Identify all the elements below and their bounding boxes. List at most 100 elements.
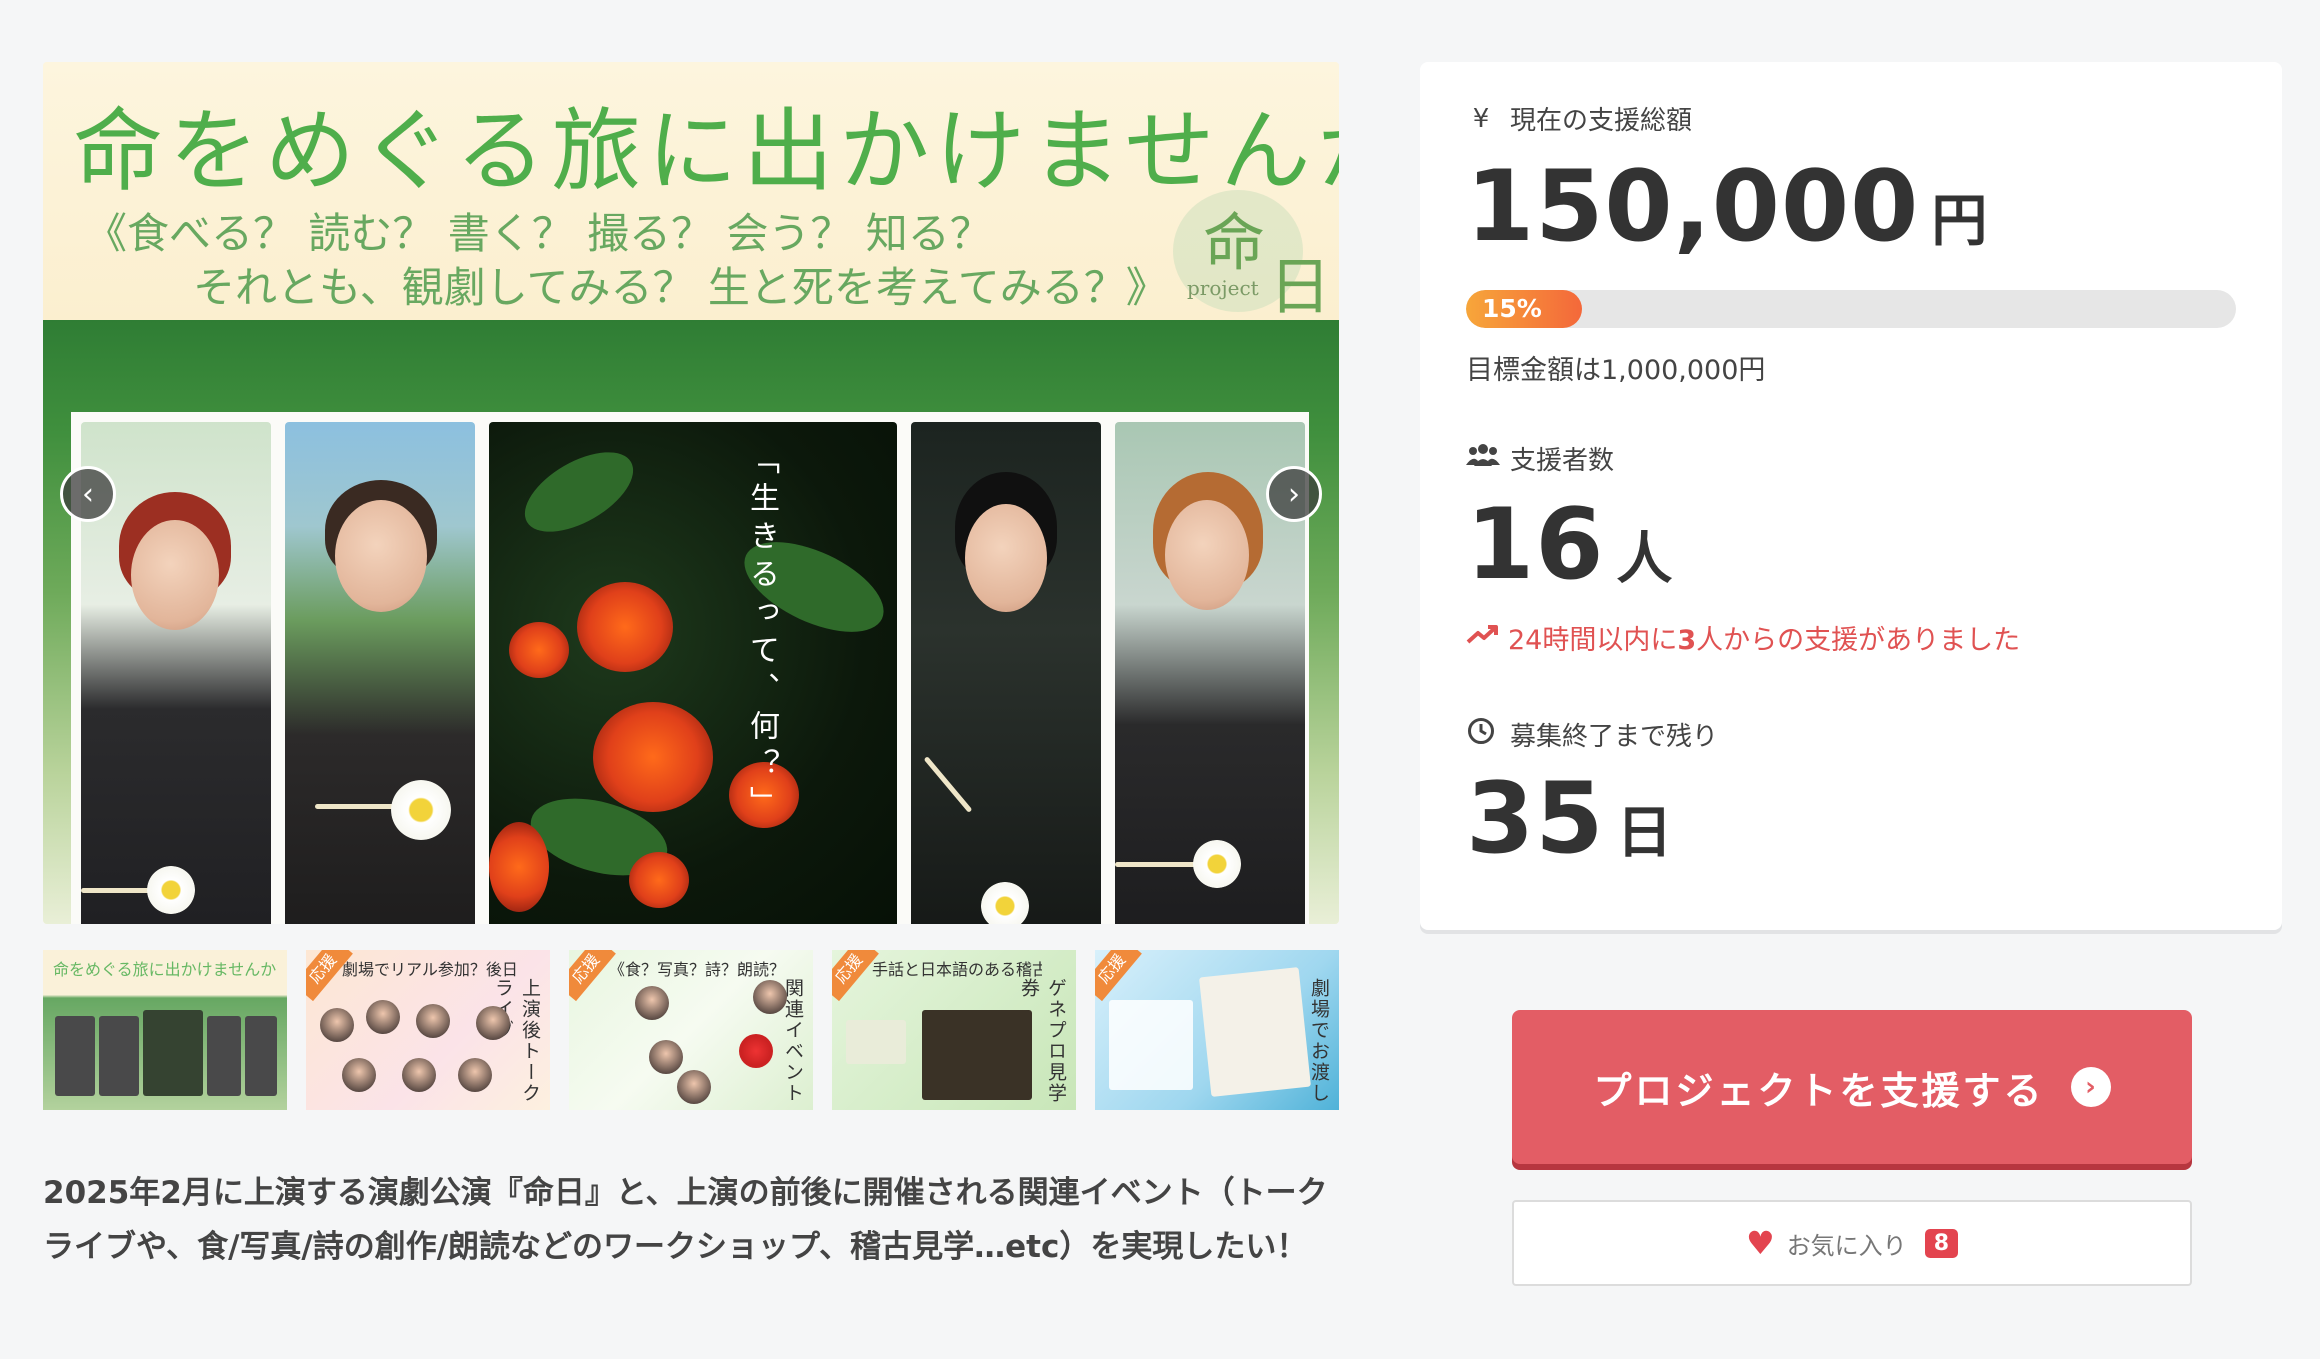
remaining-value: 35 — [1466, 762, 1605, 876]
trending-svg — [1466, 625, 1498, 644]
logo-kanji-2: 日 — [1269, 250, 1332, 323]
trending-up-icon — [1466, 622, 1500, 653]
marigold-photo: 「生きるって、何？」 — [489, 422, 897, 924]
remaining-label-text: 募集終了まで残り — [1510, 722, 1719, 752]
support-button-label: プロジェクトを支援する — [1593, 1068, 2045, 1113]
flower-icon — [391, 780, 451, 840]
thumbnail-4[interactable]: 応援 手話と日本語のある稽古 ゲネプロ見学券 — [832, 950, 1076, 1110]
users-icon — [1466, 443, 1500, 474]
trend-text: 24時間以内に3人からの支援がありました — [1508, 618, 2020, 657]
face — [1165, 500, 1249, 610]
thumb-portrait — [753, 980, 787, 1014]
thumb-figure — [245, 1016, 277, 1096]
amount-value: 150,000 — [1466, 150, 1920, 264]
supporters-unit: 人 — [1616, 527, 1673, 592]
flower-icon — [147, 866, 195, 914]
cast-photo-2 — [285, 422, 475, 924]
face — [131, 520, 219, 630]
logo-word: project — [1187, 276, 1259, 300]
favorite-button[interactable]: ♥ お気に入り 8 — [1512, 1200, 2192, 1286]
clock-svg — [1468, 718, 1494, 744]
thumb-portrait — [320, 1008, 354, 1042]
amount-label-text: 現在の支援総額 — [1510, 106, 1693, 136]
project-page: 命をめぐる旅に出かけませんか？ 《食べる？ 読む？ 書く？ 撮る？ 会う？ 知る… — [0, 0, 2320, 1359]
chevron-right-icon: › — [1288, 477, 1300, 512]
clock-icon — [1466, 717, 1496, 752]
stick — [1115, 862, 1205, 867]
thumb-figure — [55, 1016, 95, 1096]
face — [335, 500, 427, 612]
photo-band: 「生きるって、何？」 — [43, 320, 1339, 924]
support-project-button[interactable]: プロジェクトを支援する › — [1512, 1010, 2192, 1164]
chevron-left-icon: ‹ — [82, 477, 94, 512]
thumb-text-box — [1109, 1000, 1193, 1090]
hero-subtitle-line1: 《食べる？ 読む？ 書く？ 撮る？ 会う？ 知る？ — [85, 209, 992, 258]
thumb-portrait — [649, 1040, 683, 1074]
thumbnail-tag: 応援 — [1095, 950, 1142, 1002]
thumb-portrait — [402, 1058, 436, 1092]
thumb-portrait — [366, 1000, 400, 1034]
supporters-label: 支援者数 — [1466, 440, 1614, 477]
thumb-portrait — [635, 986, 669, 1020]
chevron-right-icon: › — [2070, 1067, 2111, 1107]
thumbnail-title: 《食？写真？詩？朗読？》 — [609, 960, 779, 979]
photo-caption: 「生きるって、何？」 — [744, 444, 779, 824]
amount-unit: 円 — [1931, 189, 1988, 254]
supporters-figure: 16 人 — [1466, 488, 1672, 602]
marigold — [577, 582, 673, 672]
trend-count: 3 — [1677, 625, 1697, 656]
amount-label: ¥ 現在の支援総額 — [1466, 100, 1692, 137]
carousel-prev-button[interactable]: ‹ — [60, 466, 116, 522]
amount-figure: 150,000 円 — [1466, 150, 1987, 264]
photo-strip: 「生きるって、何？」 — [71, 412, 1309, 924]
leaf — [512, 436, 646, 548]
thumbnail-title: 手話と日本語のある稽古 — [872, 960, 1042, 979]
trend-prefix: 24時間以内に — [1508, 625, 1678, 656]
cast-photo-3 — [911, 422, 1101, 924]
remaining-label: 募集終了まで残り — [1466, 716, 1718, 753]
stats-card: ¥ 現在の支援総額 150,000 円 15% 目標金額は1,000,000円 — [1420, 62, 2282, 930]
goal-amount: 目標金額は1,000,000円 — [1466, 355, 1766, 386]
thumb-portrait — [458, 1058, 492, 1092]
face — [965, 504, 1047, 612]
remaining-unit: 日 — [1616, 801, 1673, 866]
thumb-portrait — [416, 1004, 450, 1038]
flower-icon — [981, 882, 1029, 924]
funding-progress-bar: 15% — [1466, 290, 2236, 328]
thumb-figure — [207, 1016, 241, 1096]
remaining-figure: 35 日 — [1466, 762, 1672, 876]
main-visual: 命をめぐる旅に出かけませんか？ 《食べる？ 読む？ 書く？ 撮る？ 会う？ 知る… — [43, 62, 1339, 924]
thumbnail-3[interactable]: 応援 《食？写真？詩？朗読？》 関連イベント — [569, 950, 813, 1110]
thumbnail-title: 命をめぐる旅に出かけませんか？ — [53, 960, 277, 979]
thumb-box — [846, 1020, 906, 1064]
progress-percent: 15% — [1482, 294, 1542, 323]
carousel-next-button[interactable]: › — [1266, 466, 1322, 522]
thumbnail-strip: 命をめぐる旅に出かけませんか？ 応援 劇場でリアル参加？後日配信で視聴する？ 上… — [43, 950, 1339, 1110]
logo-kanji-1: 命 — [1203, 206, 1266, 279]
project-logo: 命 日 project — [1173, 190, 1331, 323]
stick — [923, 756, 973, 813]
supporters-label-text: 支援者数 — [1510, 446, 1615, 476]
project-description: 2025年2月に上演する演劇公演『命日』と、上演の前後に開催される関連イベント（… — [43, 1175, 1328, 1265]
thumbnail-5[interactable]: 応援 劇場でお渡し — [1095, 950, 1339, 1110]
yen-icon: ¥ — [1472, 103, 1490, 134]
favorite-label: お気に入り — [1786, 1231, 1907, 1260]
recent-support-notice: 24時間以内に3人からの支援がありました — [1466, 618, 2020, 657]
marigold — [489, 822, 549, 912]
trend-suffix: 人からの支援がありました — [1696, 625, 2021, 656]
thumb-figure — [143, 1010, 203, 1096]
hero-header: 命をめぐる旅に出かけませんか？ 《食べる？ 読む？ 書く？ 撮る？ 会う？ 知る… — [43, 62, 1339, 323]
flower-icon — [1193, 840, 1241, 888]
thumb-portrait — [739, 1034, 773, 1068]
thumb-portrait — [677, 1070, 711, 1104]
thumbnail-2[interactable]: 応援 劇場でリアル参加？後日配信で視聴する？ 上演後トークライブ — [306, 950, 550, 1110]
favorite-count-badge: 8 — [1924, 1228, 1958, 1258]
supporters-value: 16 — [1466, 488, 1605, 602]
users-svg — [1466, 444, 1500, 466]
thumb-rehearsal-photo — [922, 1010, 1032, 1100]
thumbnail-1[interactable]: 命をめぐる旅に出かけませんか？ — [43, 950, 287, 1110]
thumb-figure — [99, 1016, 139, 1096]
marigold — [509, 622, 569, 678]
thumbnail-side-text: 上演後トークライブ — [492, 978, 541, 1104]
thumb-card-photo — [1199, 967, 1311, 1097]
